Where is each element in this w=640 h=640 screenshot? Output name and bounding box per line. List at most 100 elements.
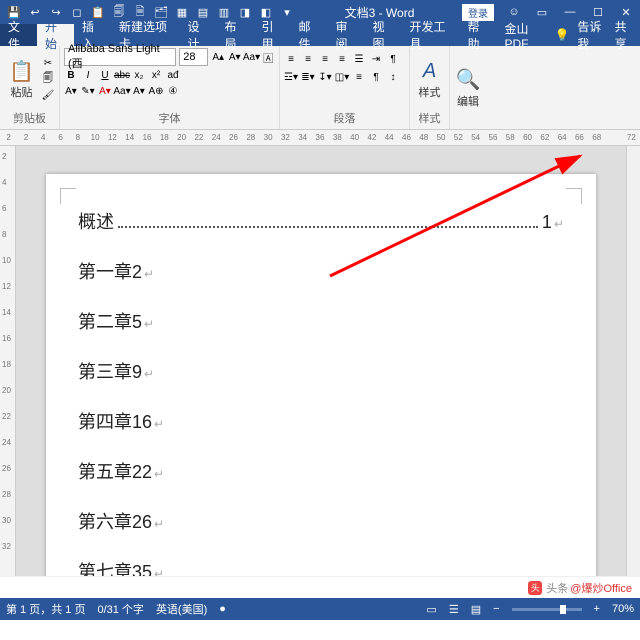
text-effects-icon[interactable]: A▾: [64, 84, 78, 98]
status-words[interactable]: 0/31 个字: [97, 601, 143, 617]
align-left-icon[interactable]: ☲▾: [284, 70, 298, 84]
ruler-tick: 2: [17, 133, 34, 142]
tab-design[interactable]: 设计: [179, 24, 216, 46]
show-marks-icon[interactable]: ¶: [386, 52, 400, 66]
scrollbar-vertical[interactable]: [626, 146, 640, 576]
decrease-indent-icon[interactable]: ≡: [335, 52, 349, 66]
sort-icon[interactable]: ⇥: [369, 52, 383, 66]
tab-review[interactable]: 审阅: [327, 24, 364, 46]
tab-references[interactable]: 引用: [253, 24, 290, 46]
change-case-icon[interactable]: Aa▾: [245, 50, 259, 64]
shrink-font-icon[interactable]: A▾: [228, 50, 242, 64]
char-shading-icon[interactable]: Aa▾: [115, 84, 129, 98]
ruler-horizontal[interactable]: 2246810121416182022242628303234363840424…: [0, 130, 640, 146]
format-painter-icon[interactable]: 🖌: [41, 88, 55, 102]
group-clipboard: 📋 粘贴 ✂ 🗐 🖌 剪贴板: [0, 46, 60, 129]
align-center-icon[interactable]: ≣▾: [301, 70, 315, 84]
numbering-icon[interactable]: ≡: [301, 52, 315, 66]
toc-entry[interactable]: 第三章9↵: [78, 358, 564, 384]
styles-button[interactable]: A 样式: [414, 48, 445, 110]
attribution-author: @爆炒Office: [570, 580, 632, 596]
phonetic-button[interactable]: ađ: [166, 68, 180, 82]
group-label: 段落: [284, 110, 405, 127]
tellme-label[interactable]: 告诉我: [577, 18, 606, 52]
document-area: 2468101214161820222426283032 概述1↵第一章2↵第二…: [0, 146, 640, 576]
ruler-tick: 8: [2, 230, 6, 239]
circled-icon[interactable]: ④: [166, 84, 180, 98]
grow-font-icon[interactable]: A▴: [211, 50, 225, 64]
cut-icon[interactable]: ✂: [41, 56, 55, 70]
zoom-thumb[interactable]: [560, 605, 566, 614]
status-record-icon[interactable]: ●: [219, 603, 226, 615]
bullets-icon[interactable]: ≡: [284, 52, 298, 66]
paste-label: 粘贴: [11, 84, 33, 100]
toc-entry[interactable]: 概述1↵: [78, 208, 564, 234]
group-paragraph: ≡ ≡ ≡ ≡ ☰ ⇥ ¶ ☲▾ ≣▾ ↧▾ ◫▾ ≡ ¶ ↕ 段落: [280, 46, 410, 129]
ruler-tick: 20: [2, 386, 11, 395]
ruler-vertical[interactable]: 2468101214161820222426283032: [0, 146, 16, 576]
status-page[interactable]: 第 1 页，共 1 页: [6, 601, 85, 617]
page[interactable]: 概述1↵ 第一章2↵ 第二章5↵ 第三章9↵ 第四章16↵ 第五章22↵ 第六章26↵ 第七章…: [46, 174, 596, 576]
copy-icon[interactable]: 🗐: [41, 72, 55, 86]
tab-kingsoft-pdf[interactable]: 金山PDF: [496, 24, 554, 46]
superscript-button[interactable]: x²: [149, 68, 163, 82]
font-size-select[interactable]: 28: [179, 48, 208, 66]
editing-button[interactable]: 🔍 编辑: [454, 48, 482, 127]
zoom-out-button[interactable]: −: [493, 603, 499, 615]
page-container: 概述1↵ 第一章2↵ 第二章5↵ 第三章9↵ 第四章16↵ 第五章22↵ 第六章26↵ 第七章…: [16, 146, 626, 576]
paragraph-mark-icon: ↵: [154, 417, 164, 431]
tab-mailings[interactable]: 邮件: [290, 24, 327, 46]
ruler-tick: 68: [588, 133, 605, 142]
borders-icon[interactable]: ↕: [386, 70, 400, 84]
ruler-tick: 26: [225, 133, 242, 142]
italic-button[interactable]: I: [81, 68, 95, 82]
tab-developer[interactable]: 开发工具: [401, 24, 459, 46]
find-icon: 🔍: [456, 67, 481, 93]
editing-label: 编辑: [457, 93, 479, 109]
styles-icon: A: [423, 58, 436, 84]
tab-view[interactable]: 视图: [364, 24, 401, 46]
zoom-in-button[interactable]: +: [594, 603, 600, 615]
zoom-slider[interactable]: [512, 608, 582, 611]
toc-page-number: 9: [132, 362, 142, 383]
toc-title: 概述: [78, 208, 114, 234]
multilevel-icon[interactable]: ≡: [318, 52, 332, 66]
tellme-icon[interactable]: 💡: [554, 28, 569, 42]
char-border-icon[interactable]: A▾: [132, 84, 146, 98]
tab-help[interactable]: 帮助: [459, 24, 496, 46]
toc-entry[interactable]: 第五章22↵: [78, 458, 564, 484]
underline-button[interactable]: U: [98, 68, 112, 82]
align-right-icon[interactable]: ↧▾: [318, 70, 332, 84]
tab-file[interactable]: 文件: [0, 24, 37, 46]
status-language[interactable]: 英语(美国): [156, 601, 207, 617]
font-name-select[interactable]: Alibaba Sans Light (西: [64, 48, 176, 66]
shading-icon[interactable]: ¶: [369, 70, 383, 84]
subscript-button[interactable]: x₂: [132, 68, 146, 82]
share-button[interactable]: 共享: [615, 18, 634, 52]
toc-page-number: 2: [132, 262, 142, 283]
enclose-char-icon[interactable]: A⊕: [149, 84, 163, 98]
view-print-icon[interactable]: ▭: [426, 603, 436, 616]
ruler-tick: 28: [2, 490, 11, 499]
ruler-tick: 6: [52, 133, 69, 142]
toc-entry[interactable]: 第六章26↵: [78, 508, 564, 534]
font-color-icon[interactable]: A▾: [98, 84, 112, 98]
paste-button[interactable]: 📋 粘贴: [4, 48, 39, 110]
increase-indent-icon[interactable]: ☰: [352, 52, 366, 66]
tab-layout[interactable]: 布局: [216, 24, 253, 46]
bold-button[interactable]: B: [64, 68, 78, 82]
line-spacing-icon[interactable]: ≡: [352, 70, 366, 84]
ruler-tick: 6: [2, 204, 6, 213]
toc-entry[interactable]: 第二章5↵: [78, 308, 564, 334]
justify-icon[interactable]: ◫▾: [335, 70, 349, 84]
view-read-icon[interactable]: ☰: [449, 603, 459, 616]
clear-format-icon[interactable]: 🄰: [262, 50, 276, 64]
toc-entry[interactable]: 第四章16↵: [78, 408, 564, 434]
highlight-icon[interactable]: ✎▾: [81, 84, 95, 98]
view-web-icon[interactable]: ▤: [471, 603, 481, 616]
toc-entry[interactable]: 第一章2↵: [78, 258, 564, 284]
strike-button[interactable]: abc: [115, 68, 129, 82]
zoom-level[interactable]: 70%: [612, 603, 634, 615]
group-styles: A 样式 样式: [410, 46, 450, 129]
toc-entry[interactable]: 第七章35↵: [78, 558, 564, 576]
